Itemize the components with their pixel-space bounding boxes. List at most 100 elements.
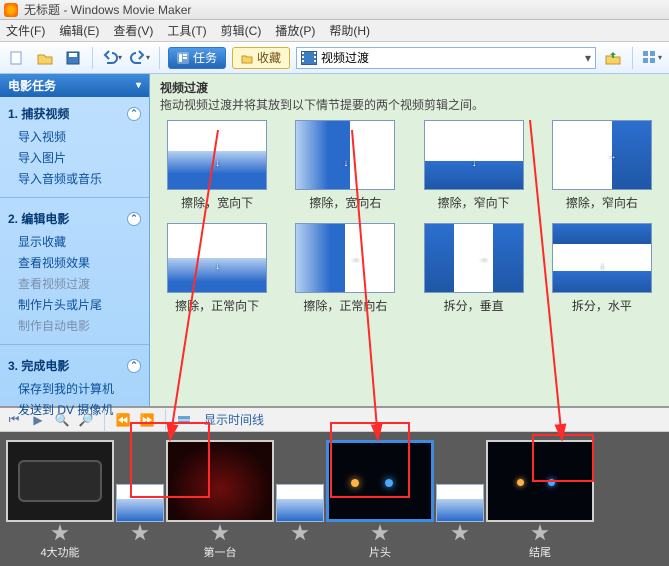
transition-slot[interactable] — [436, 440, 484, 542]
task-group-capture: 1. 捕获视频⌃ 导入视频 导入图片 导入音频或音乐 — [0, 97, 149, 193]
menu-edit[interactable]: 编辑(E) — [59, 22, 99, 39]
content-description: 视频过渡 拖动视频过渡并将其放到以下情节提要的两个视频剪辑之间。 — [150, 74, 669, 120]
menu-file[interactable]: 文件(F) — [6, 22, 45, 39]
task-group-edit: 2. 编辑电影⌃ 显示收藏 查看视频效果 查看视频过渡 制作片头或片尾 制作自动… — [0, 202, 149, 340]
transition-label: 拆分，垂直 — [444, 297, 504, 314]
save-button[interactable] — [62, 47, 84, 69]
transition-slot[interactable] — [116, 440, 164, 542]
app-icon — [4, 3, 18, 17]
collections-button[interactable]: 收藏 — [232, 47, 290, 69]
transition-thumb[interactable]: ↓ 擦除，窄向下 — [419, 120, 529, 211]
open-button[interactable] — [34, 47, 56, 69]
transition-preview: ↓ — [424, 120, 524, 190]
zoom-in-icon[interactable]: 🔍 — [54, 412, 70, 428]
transition-preview: ↓ — [295, 120, 395, 190]
transition-preview: → — [424, 223, 524, 293]
star-icon — [131, 524, 149, 542]
transition-thumb[interactable]: ↓擦除，正常向下 — [162, 223, 272, 314]
zoom-out-icon[interactable]: 🔎 — [78, 412, 94, 428]
new-button[interactable] — [6, 47, 28, 69]
clip[interactable]: 4大功能 — [6, 440, 114, 560]
undo-button[interactable]: ▾ — [101, 47, 123, 69]
transition-preview: ↓ — [167, 120, 267, 190]
task-make-titles[interactable]: 制作片头或片尾 — [8, 294, 141, 315]
transition-preview: → — [552, 120, 652, 190]
collapse-icon: ⌃ — [127, 107, 141, 121]
menu-play[interactable]: 播放(P) — [275, 22, 315, 39]
menu-bar: 文件(F) 编辑(E) 查看(V) 工具(T) 剪辑(C) 播放(P) 帮助(H… — [0, 20, 669, 42]
clip-frame — [166, 440, 274, 522]
clip-label: 4大功能 — [40, 544, 79, 560]
collapse-icon: ⌃ — [127, 359, 141, 373]
separator — [92, 47, 93, 69]
separator — [165, 409, 166, 431]
transition-preview: → — [295, 223, 395, 293]
timeline-icon — [176, 412, 192, 428]
task-import-audio[interactable]: 导入音频或音乐 — [8, 168, 141, 189]
task-automovie[interactable]: 制作自动电影 — [8, 315, 141, 336]
up-level-button[interactable] — [602, 47, 624, 69]
transition-slot-thumb — [116, 484, 164, 522]
view-thumbnails-button[interactable]: ▾ — [641, 47, 663, 69]
transition-thumb[interactable]: ↓擦除，宽向右 — [290, 120, 400, 211]
task-title-edit[interactable]: 2. 编辑电影⌃ — [8, 210, 141, 227]
menu-tools[interactable]: 工具(T) — [167, 22, 206, 39]
collection-select[interactable]: 视频过渡 ▾ — [296, 47, 596, 69]
redo-button[interactable]: ▾ — [129, 47, 151, 69]
storyboard[interactable]: 4大功能 第一台 片头 结尾 — [0, 432, 669, 566]
transition-label: 擦除，窄向右 — [566, 194, 638, 211]
task-view-effects[interactable]: 查看视频效果 — [8, 252, 141, 273]
tasks-button[interactable]: 任务 — [168, 47, 226, 69]
clip-frame — [486, 440, 594, 522]
task-view-transitions[interactable]: 查看视频过渡 — [8, 273, 141, 294]
transition-thumb[interactable]: → 拆分，垂直 — [419, 223, 529, 314]
transition-slot-thumb — [276, 484, 324, 522]
transition-slot-thumb — [436, 484, 484, 522]
skip-start-icon[interactable]: ⏮ — [6, 412, 22, 428]
clip-label: 结尾 — [529, 544, 551, 560]
task-title-finish[interactable]: 3. 完成电影⌃ — [8, 357, 141, 374]
transition-thumb[interactable]: ↓ 拆分，水平 — [547, 223, 657, 314]
film-icon — [301, 51, 317, 65]
transition-thumb[interactable]: ↓ 擦除，宽向下 — [162, 120, 272, 211]
task-show-collections[interactable]: 显示收藏 — [8, 231, 141, 252]
transition-label: 擦除，宽向下 — [181, 194, 253, 211]
separator — [632, 47, 633, 69]
collection-select-value: 视频过渡 — [321, 49, 369, 66]
storyboard-panel: ⏮ ▶ 🔍 🔎 ⏪ ⏩ 显示时间线 4大功能 第一台 片头 结尾 — [0, 406, 669, 566]
collapse-icon: ⌃ — [127, 212, 141, 226]
star-icon — [291, 524, 309, 542]
transition-slot[interactable] — [276, 440, 324, 542]
transition-label: 擦除，窄向下 — [438, 194, 510, 211]
clip-frame — [326, 440, 434, 522]
play-icon[interactable]: ▶ — [30, 412, 46, 428]
rewind-icon[interactable]: ⏪ — [115, 412, 131, 428]
transition-label: 拆分，水平 — [572, 297, 632, 314]
transition-preview: ↓ — [552, 223, 652, 293]
forward-icon[interactable]: ⏩ — [139, 412, 155, 428]
chevron-down-icon[interactable]: ▾ — [136, 80, 141, 91]
menu-view[interactable]: 查看(V) — [113, 22, 153, 39]
menu-help[interactable]: 帮助(H) — [329, 22, 370, 39]
toolbar: ▾ ▾ 任务 收藏 视频过渡 ▾ ▾ — [0, 42, 669, 74]
star-icon — [51, 524, 69, 542]
show-timeline-button[interactable]: 显示时间线 — [204, 411, 264, 428]
clip-label: 第一台 — [204, 544, 237, 560]
star-icon — [211, 524, 229, 542]
transition-thumb[interactable]: → 擦除，窄向右 — [547, 120, 657, 211]
clip[interactable]: 结尾 — [486, 440, 594, 560]
transition-grid: ↓擦除，宽向下↓擦除，宽向右↓擦除，窄向下→擦除，窄向右↓擦除，正常向下→擦除，… — [150, 120, 669, 314]
menu-clip[interactable]: 剪辑(C) — [221, 22, 262, 39]
clip[interactable]: 片头 — [326, 440, 434, 560]
clip[interactable]: 第一台 — [166, 440, 274, 560]
title-bar: 无标题 - Windows Movie Maker — [0, 0, 669, 20]
task-import-picture[interactable]: 导入图片 — [8, 147, 141, 168]
task-import-video[interactable]: 导入视频 — [8, 126, 141, 147]
clip-frame — [6, 440, 114, 522]
transition-label: 擦除，正常向下 — [175, 297, 259, 314]
task-save-computer[interactable]: 保存到我的计算机 — [8, 378, 141, 399]
task-title-capture[interactable]: 1. 捕获视频⌃ — [8, 105, 141, 122]
star-icon — [531, 524, 549, 542]
transition-thumb[interactable]: →擦除，正常向右 — [290, 223, 400, 314]
clip-label: 片头 — [369, 544, 391, 560]
